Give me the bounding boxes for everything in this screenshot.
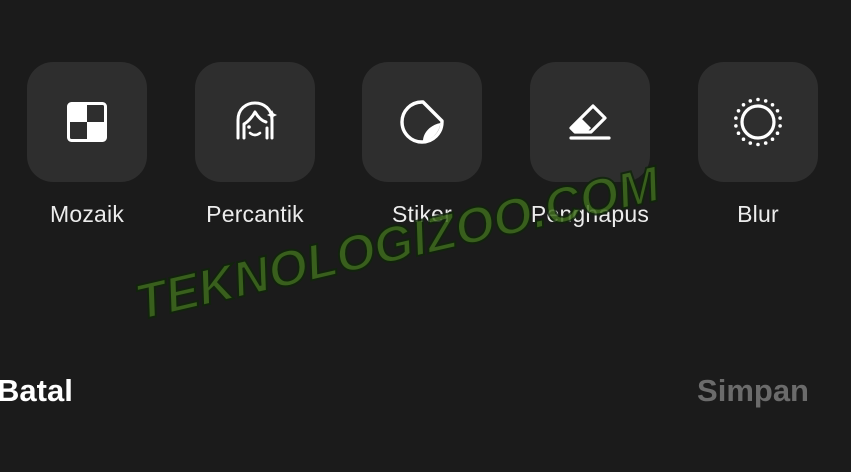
tool-percantik-label: Percantik [206, 201, 304, 227]
tool-stiker-tile[interactable] [362, 62, 482, 182]
tool-percantik-tile[interactable] [195, 62, 315, 182]
tool-blur[interactable]: Blur [697, 62, 819, 228]
tool-stiker-label: Stiker [392, 201, 452, 227]
tool-percantik[interactable]: Percantik [194, 62, 316, 228]
mosaic-icon [67, 102, 107, 142]
blur-icon [734, 97, 782, 147]
photo-editor-tools-screen: Mozaik Percantik Stiker Penghapus Blur T… [0, 0, 851, 472]
cancel-button[interactable]: Batal [0, 372, 73, 410]
tool-mozaik-label: Mozaik [49, 201, 125, 227]
face-beautify-icon [236, 101, 277, 140]
tool-mozaik-tile[interactable] [27, 62, 147, 182]
tool-stiker[interactable]: Stiker [361, 62, 483, 228]
tool-penghapus-label: Penghapus [530, 201, 650, 227]
tool-mozaik[interactable]: Mozaik [26, 62, 148, 228]
eraser-icon [569, 104, 611, 140]
tool-blur-label: Blur [737, 201, 779, 227]
tool-blur-tile[interactable] [698, 62, 818, 182]
tool-penghapus-tile[interactable] [530, 62, 650, 182]
sticker-icon [400, 100, 444, 144]
save-button[interactable]: Simpan [697, 372, 809, 410]
tool-penghapus[interactable]: Penghapus [529, 62, 651, 228]
